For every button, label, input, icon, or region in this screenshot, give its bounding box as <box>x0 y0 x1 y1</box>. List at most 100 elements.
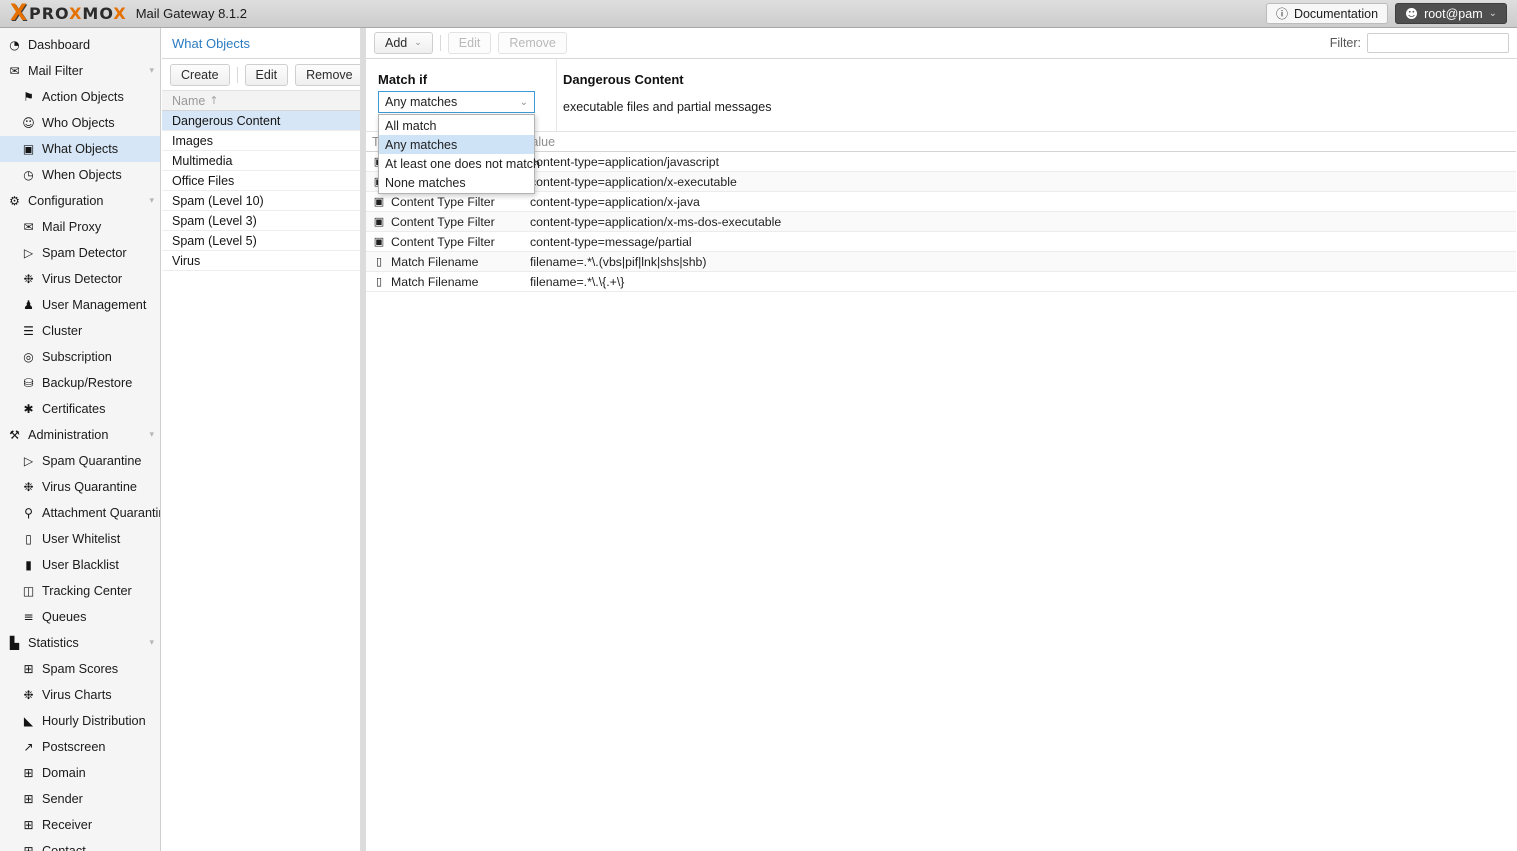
dropdown-option[interactable]: All match <box>379 116 534 135</box>
sidebar-item-user-blacklist[interactable]: ▮User Blacklist <box>0 552 160 578</box>
triangle-down-icon: ▾ <box>149 430 154 440</box>
sidebar-item-sender[interactable]: ⊞Sender <box>0 786 160 812</box>
sidebar-item-contact[interactable]: ⊞Contact <box>0 838 160 851</box>
file-image-icon: ▣ <box>372 235 386 248</box>
rule-value: content-type=message/partial <box>530 235 1516 249</box>
rule-row[interactable]: ▣Content Type Filtercontent-type=applica… <box>366 172 1516 192</box>
triangle-down-icon: ▾ <box>149 196 154 206</box>
object-row[interactable]: Virus <box>162 251 360 271</box>
dropdown-option[interactable]: At least one does not match <box>379 154 534 173</box>
filter-label: Filter: <box>1330 36 1361 50</box>
object-row[interactable]: Spam (Level 5) <box>162 231 360 251</box>
bullhorn-icon: ▷ <box>20 454 37 468</box>
toolbar-separator <box>237 67 238 83</box>
sidebar-item-user-whitelist[interactable]: ▯User Whitelist <box>0 526 160 552</box>
sidebar-item-label: Dashboard <box>28 38 90 52</box>
rule-type: Content Type Filter <box>391 195 530 209</box>
filter-wrap: Filter: <box>1330 33 1509 53</box>
rule-row[interactable]: ▣Content Type Filtercontent-type=applica… <box>366 192 1516 212</box>
edit-object-button[interactable]: Edit <box>245 64 289 86</box>
documentation-button[interactable]: ⓘ Documentation <box>1266 3 1388 24</box>
object-name-heading: Dangerous Content <box>563 72 684 87</box>
bug-icon: ❉ <box>20 480 37 494</box>
sidebar-item-receiver[interactable]: ⊞Receiver <box>0 812 160 838</box>
add-button[interactable]: Add ⌄ <box>374 32 433 54</box>
sidebar-item-mail-proxy[interactable]: ✉Mail Proxy <box>0 214 160 240</box>
rule-row[interactable]: ▯Match Filenamefilename=.*\.\{.+\} <box>366 272 1516 292</box>
sidebar-item-statistics[interactable]: ▙Statistics▾ <box>0 630 160 656</box>
bug-icon: ❉ <box>20 272 37 286</box>
object-row[interactable]: Dangerous Content <box>162 111 360 131</box>
sidebar-item-label: Configuration <box>28 194 103 208</box>
user-menu-button[interactable]: ☻ root@pam ⌄ <box>1395 3 1507 24</box>
rule-type: Match Filename <box>391 275 530 289</box>
object-row[interactable]: Office Files <box>162 171 360 191</box>
chevron-down-icon: ⌄ <box>414 38 422 48</box>
rules-toolbar: Add ⌄ Edit Remove Filter: <box>366 28 1517 59</box>
sidebar-item-hourly-distribution[interactable]: ◣Hourly Distribution <box>0 708 160 734</box>
sidebar-item-domain[interactable]: ⊞Domain <box>0 760 160 786</box>
sidebar-item-label: User Whitelist <box>42 532 120 546</box>
rule-value: filename=.*\.\{.+\} <box>530 275 1516 289</box>
server-icon: ☰ <box>20 324 37 338</box>
sidebar-item-attachment-quarantine[interactable]: ⚲Attachment Quarantine <box>0 500 160 526</box>
panel-title-text: What Objects <box>172 36 250 51</box>
dropdown-option[interactable]: Any matches <box>379 135 534 154</box>
sidebar-item-postscreen[interactable]: ↗Postscreen <box>0 734 160 760</box>
remove-rule-button[interactable]: Remove <box>498 32 567 54</box>
rule-row[interactable]: ▣Content Type Filtercontent-type=applica… <box>366 212 1516 232</box>
flag-icon: ⚑ <box>20 90 37 104</box>
sidebar-item-mail-filter[interactable]: ✉Mail Filter▾ <box>0 58 160 84</box>
object-row[interactable]: Multimedia <box>162 151 360 171</box>
rule-row[interactable]: ▣ Content Type Filtercontent-type=message… <box>366 232 1516 252</box>
sidebar-item-virus-quarantine[interactable]: ❉Virus Quarantine <box>0 474 160 500</box>
what-objects-panel: What Objects Create Edit Remove Name ↑ D… <box>162 28 360 851</box>
sidebar-item-when-objects[interactable]: ◷When Objects <box>0 162 160 188</box>
sidebar-item-user-management[interactable]: ♟User Management <box>0 292 160 318</box>
sidebar-item-action-objects[interactable]: ⚑Action Objects <box>0 84 160 110</box>
table-icon: ⊞ <box>20 766 37 780</box>
sidebar-item-spam-scores[interactable]: ⊞Spam Scores <box>0 656 160 682</box>
sidebar-item-dashboard[interactable]: ◔Dashboard <box>0 32 160 58</box>
object-row[interactable]: Images <box>162 131 360 151</box>
rule-row[interactable]: ▯Match Filenamefilename=.*\.(vbs|pif|lnk… <box>366 252 1516 272</box>
sidebar-item-spam-detector[interactable]: ▷Spam Detector <box>0 240 160 266</box>
dropdown-option[interactable]: None matches <box>379 173 534 192</box>
sidebar-item-what-objects[interactable]: ▣ What Objects <box>0 136 160 162</box>
sidebar-item-spam-quarantine[interactable]: ▷ Spam Quarantine <box>0 448 160 474</box>
sidebar-item-label: Tracking Center <box>42 584 132 598</box>
sidebar-item-configuration[interactable]: ⚙ Configuration ▾ <box>0 188 160 214</box>
table-icon: ⊞ <box>20 818 37 832</box>
object-row[interactable]: Spam (Level 3) <box>162 211 360 231</box>
sidebar-item-virus-charts[interactable]: ❉Virus Charts <box>0 682 160 708</box>
create-button[interactable]: Create <box>170 64 230 86</box>
rule-type: Content Type Filter <box>391 235 530 249</box>
sidebar-item-administration[interactable]: ⚒Administration▾ <box>0 422 160 448</box>
object-row[interactable]: Spam (Level 10) <box>162 191 360 211</box>
name-column-header[interactable]: Name ↑ <box>162 90 360 111</box>
proxmox-mail-gateway-app: X PROXMOX Mail Gateway 8.1.2 ⓘ Documenta… <box>0 0 1517 851</box>
sidebar-item-backup-restore[interactable]: ⛁Backup/Restore <box>0 370 160 396</box>
sidebar-item-cluster[interactable]: ☰Cluster <box>0 318 160 344</box>
sidebar-item-label: Spam Quarantine <box>42 454 141 468</box>
certificate-icon: ✱ <box>20 402 37 416</box>
sidebar-item-tracking-center[interactable]: ◫Tracking Center <box>0 578 160 604</box>
match-if-combobox[interactable]: Any matches ⌄ <box>378 91 535 113</box>
sidebar-item-subscription[interactable]: ◎Subscription <box>0 344 160 370</box>
sidebar-item-who-objects[interactable]: ☺Who Objects <box>0 110 160 136</box>
object-description: executable files and partial messages <box>563 100 771 114</box>
gears-icon: ⚙ <box>6 194 23 208</box>
sidebar-item-virus-detector[interactable]: ❉Virus Detector <box>0 266 160 292</box>
cube-icon: ▣ <box>20 142 37 156</box>
file-outline-icon: ▯ <box>372 255 386 268</box>
value-column-header[interactable]: Value <box>524 135 1516 149</box>
sidebar-item-queues[interactable]: ≡Queues <box>0 604 160 630</box>
filter-input[interactable] <box>1367 33 1509 53</box>
lifering-icon: ◎ <box>20 350 37 364</box>
sidebar-item-label: What Objects <box>42 142 118 156</box>
sidebar-item-label: Contact <box>42 844 86 851</box>
rule-value: content-type=application/x-java <box>530 195 1516 209</box>
sidebar-item-certificates[interactable]: ✱Certificates <box>0 396 160 422</box>
remove-object-button[interactable]: Remove <box>295 64 364 86</box>
edit-rule-button[interactable]: Edit <box>448 32 492 54</box>
